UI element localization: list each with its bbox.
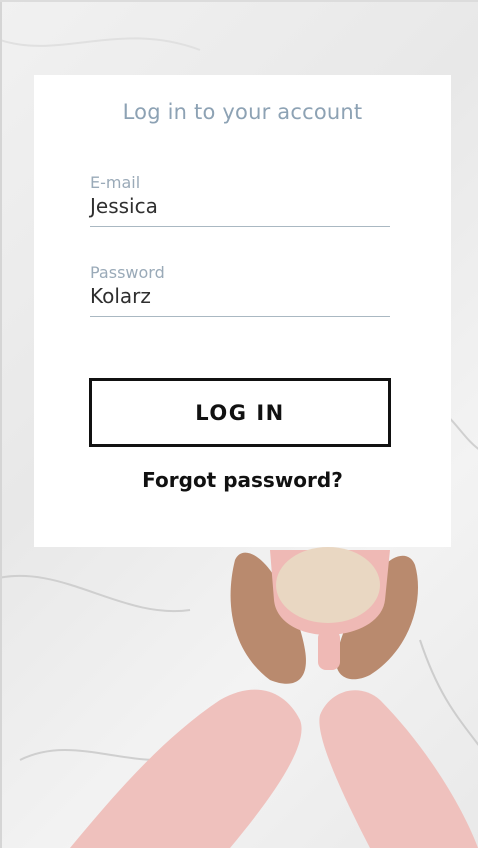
password-field[interactable]: Password Kolarz (90, 263, 390, 317)
email-label: E-mail (90, 173, 141, 192)
email-input[interactable]: Jessica (90, 194, 390, 218)
forgot-password-link[interactable]: Forgot password? (34, 468, 451, 492)
email-underline (90, 226, 390, 227)
login-card: Log in to your account E-mail Jessica Pa… (34, 75, 451, 547)
password-label: Password (90, 263, 165, 282)
frame-top-border (0, 0, 478, 2)
login-button[interactable]: LOG IN (89, 378, 391, 447)
email-field[interactable]: E-mail Jessica (90, 173, 390, 227)
password-input[interactable]: Kolarz (90, 284, 390, 308)
page-title: Log in to your account (122, 100, 363, 124)
password-underline (90, 316, 390, 317)
frame-left-border (0, 0, 2, 848)
